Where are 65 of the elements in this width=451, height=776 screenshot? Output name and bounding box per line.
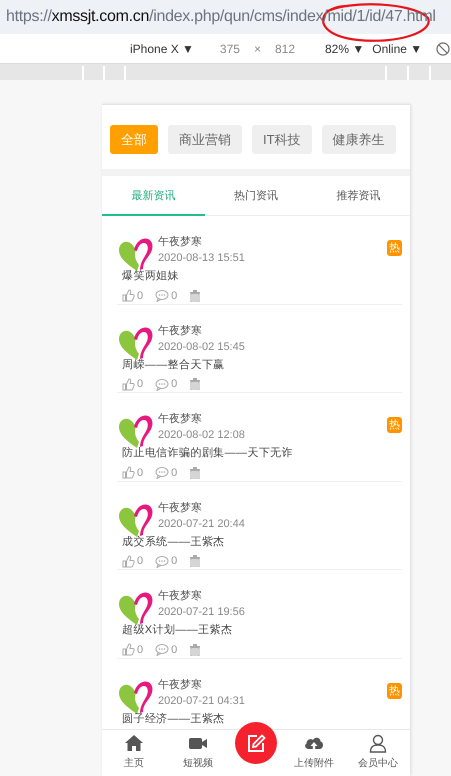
like-icon <box>122 378 135 390</box>
post-time: 2020-07-21 20:44 <box>158 518 245 530</box>
author-name: 午夜梦寒 <box>158 236 203 249</box>
comment-count: 0 <box>171 290 178 302</box>
nav-item[interactable]: 短视频 <box>166 730 230 776</box>
height-value[interactable]: 812 <box>274 42 295 56</box>
comment-icon <box>155 466 170 479</box>
like-count: 0 <box>137 644 144 656</box>
post-title[interactable]: 周嵘——整合天下赢 <box>122 358 225 372</box>
trash-icon[interactable] <box>189 555 202 567</box>
width-value[interactable]: 375 <box>220 42 240 56</box>
comment-icon <box>155 554 170 568</box>
like-icon <box>122 466 135 479</box>
hot-badge: 热 <box>387 682 402 698</box>
category-chip[interactable]: 健康养生 <box>322 125 396 154</box>
nav-item[interactable]: 上传附件 <box>282 730 346 776</box>
news-tab[interactable]: 推荐资讯 <box>307 176 410 216</box>
nav-item[interactable]: 主页 <box>102 730 166 776</box>
comment-icon <box>155 378 170 390</box>
like-count: 0 <box>137 290 144 302</box>
comment-icon <box>155 289 170 302</box>
comment-count: 0 <box>171 466 178 478</box>
trash-icon[interactable] <box>189 378 202 390</box>
like-count: 0 <box>137 466 144 478</box>
post-time: 2020-07-21 19:56 <box>158 606 245 619</box>
post-time: 2020-07-21 04:31 <box>158 694 245 708</box>
author-name: 午夜梦寒 <box>158 502 203 514</box>
edit-icon <box>246 734 266 752</box>
like-icon <box>122 289 135 302</box>
post-time: 2020-08-13 15:51 <box>158 252 245 265</box>
author-name: 午夜梦寒 <box>158 413 203 426</box>
person-icon <box>368 734 388 753</box>
post-title[interactable]: 超级X计划——王紫杰 <box>122 623 232 637</box>
author-name: 午夜梦寒 <box>158 678 203 692</box>
hot-badge: 热 <box>387 240 402 256</box>
hot-badge: 热 <box>387 417 402 433</box>
comment-count: 0 <box>171 644 178 656</box>
news-tab[interactable]: 热门资讯 <box>204 176 308 216</box>
author-name: 午夜梦寒 <box>158 324 203 338</box>
like-count: 0 <box>137 555 144 567</box>
comment-count: 0 <box>171 555 178 567</box>
nav-item[interactable]: 会员中心 <box>346 730 410 776</box>
post-time: 2020-08-02 15:45 <box>158 340 245 354</box>
post-title[interactable]: 防止电信诈骗的剧集——天下无诈 <box>122 446 293 460</box>
comment-count: 0 <box>171 378 178 390</box>
trash-icon[interactable] <box>189 466 202 478</box>
post-title[interactable]: 成交系统——王紫杰 <box>122 534 225 548</box>
like-count: 0 <box>137 378 144 390</box>
network-select[interactable]: Online ▼ <box>372 42 422 56</box>
comment-icon <box>155 643 170 656</box>
post-title[interactable]: 爆笑两姐妹 <box>122 269 179 283</box>
trash-icon[interactable] <box>189 644 202 656</box>
home-icon <box>124 734 144 753</box>
category-chip[interactable]: IT科技 <box>252 125 312 154</box>
device-select[interactable]: iPhone X ▼ <box>130 42 194 56</box>
post-time: 2020-08-02 12:08 <box>158 429 245 442</box>
like-icon <box>122 554 135 568</box>
like-icon <box>122 643 135 656</box>
zoom-select[interactable]: 82% ▼ <box>325 42 364 56</box>
category-chip[interactable]: 商业营销 <box>168 125 242 154</box>
compose-button[interactable] <box>235 722 277 764</box>
author-name: 午夜梦寒 <box>158 590 203 603</box>
trash-icon[interactable] <box>189 290 202 302</box>
post-title[interactable]: 圆子经济——王紫杰 <box>122 712 225 726</box>
times-sign: × <box>254 42 261 56</box>
